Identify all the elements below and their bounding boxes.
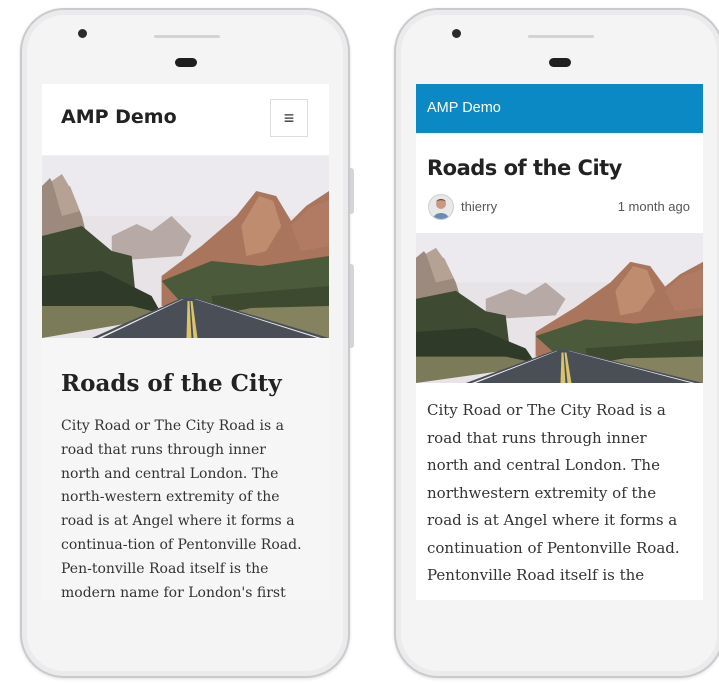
site-header: AMP Demo [416,84,703,133]
article-body: City Road or The City Road is a road tha… [61,418,302,600]
phone-screen: AMP Demo Roads of the City thierry 1 mon… [416,84,703,600]
hamburger-menu-icon: ≡ [283,107,295,128]
earpiece [175,58,197,67]
article-content: Roads of the City City Road or The City … [42,338,329,600]
hero-image [42,156,329,338]
post-date: 1 month ago [617,199,690,214]
article-title: Roads of the City [61,370,282,397]
earpiece [549,58,571,67]
site-title[interactable]: AMP Demo [427,100,501,116]
site-title[interactable]: AMP Demo [61,106,177,128]
left-phone-mockup: AMP Demo ≡ Roads of the City City Road o… [20,8,354,678]
front-camera [78,29,87,38]
author-link[interactable]: thierry [461,199,497,214]
site-header: AMP Demo ≡ [42,84,329,156]
hero-image [416,233,703,383]
side-button [350,264,354,348]
avatar[interactable] [428,194,454,220]
phone-screen: AMP Demo ≡ Roads of the City City Road o… [42,84,329,600]
user-avatar-icon [433,199,449,219]
menu-button[interactable]: ≡ [270,99,308,137]
speaker-grille [528,35,594,38]
article-meta: thierry 1 month ago [416,180,703,233]
right-phone-mockup: AMP Demo Roads of the City thierry 1 mon… [394,8,719,678]
article-body: City Road or The City Road is a road tha… [427,401,680,584]
speaker-grille [154,35,220,38]
front-camera [452,29,461,38]
article-title: Roads of the City [427,156,622,180]
side-button [350,168,354,214]
